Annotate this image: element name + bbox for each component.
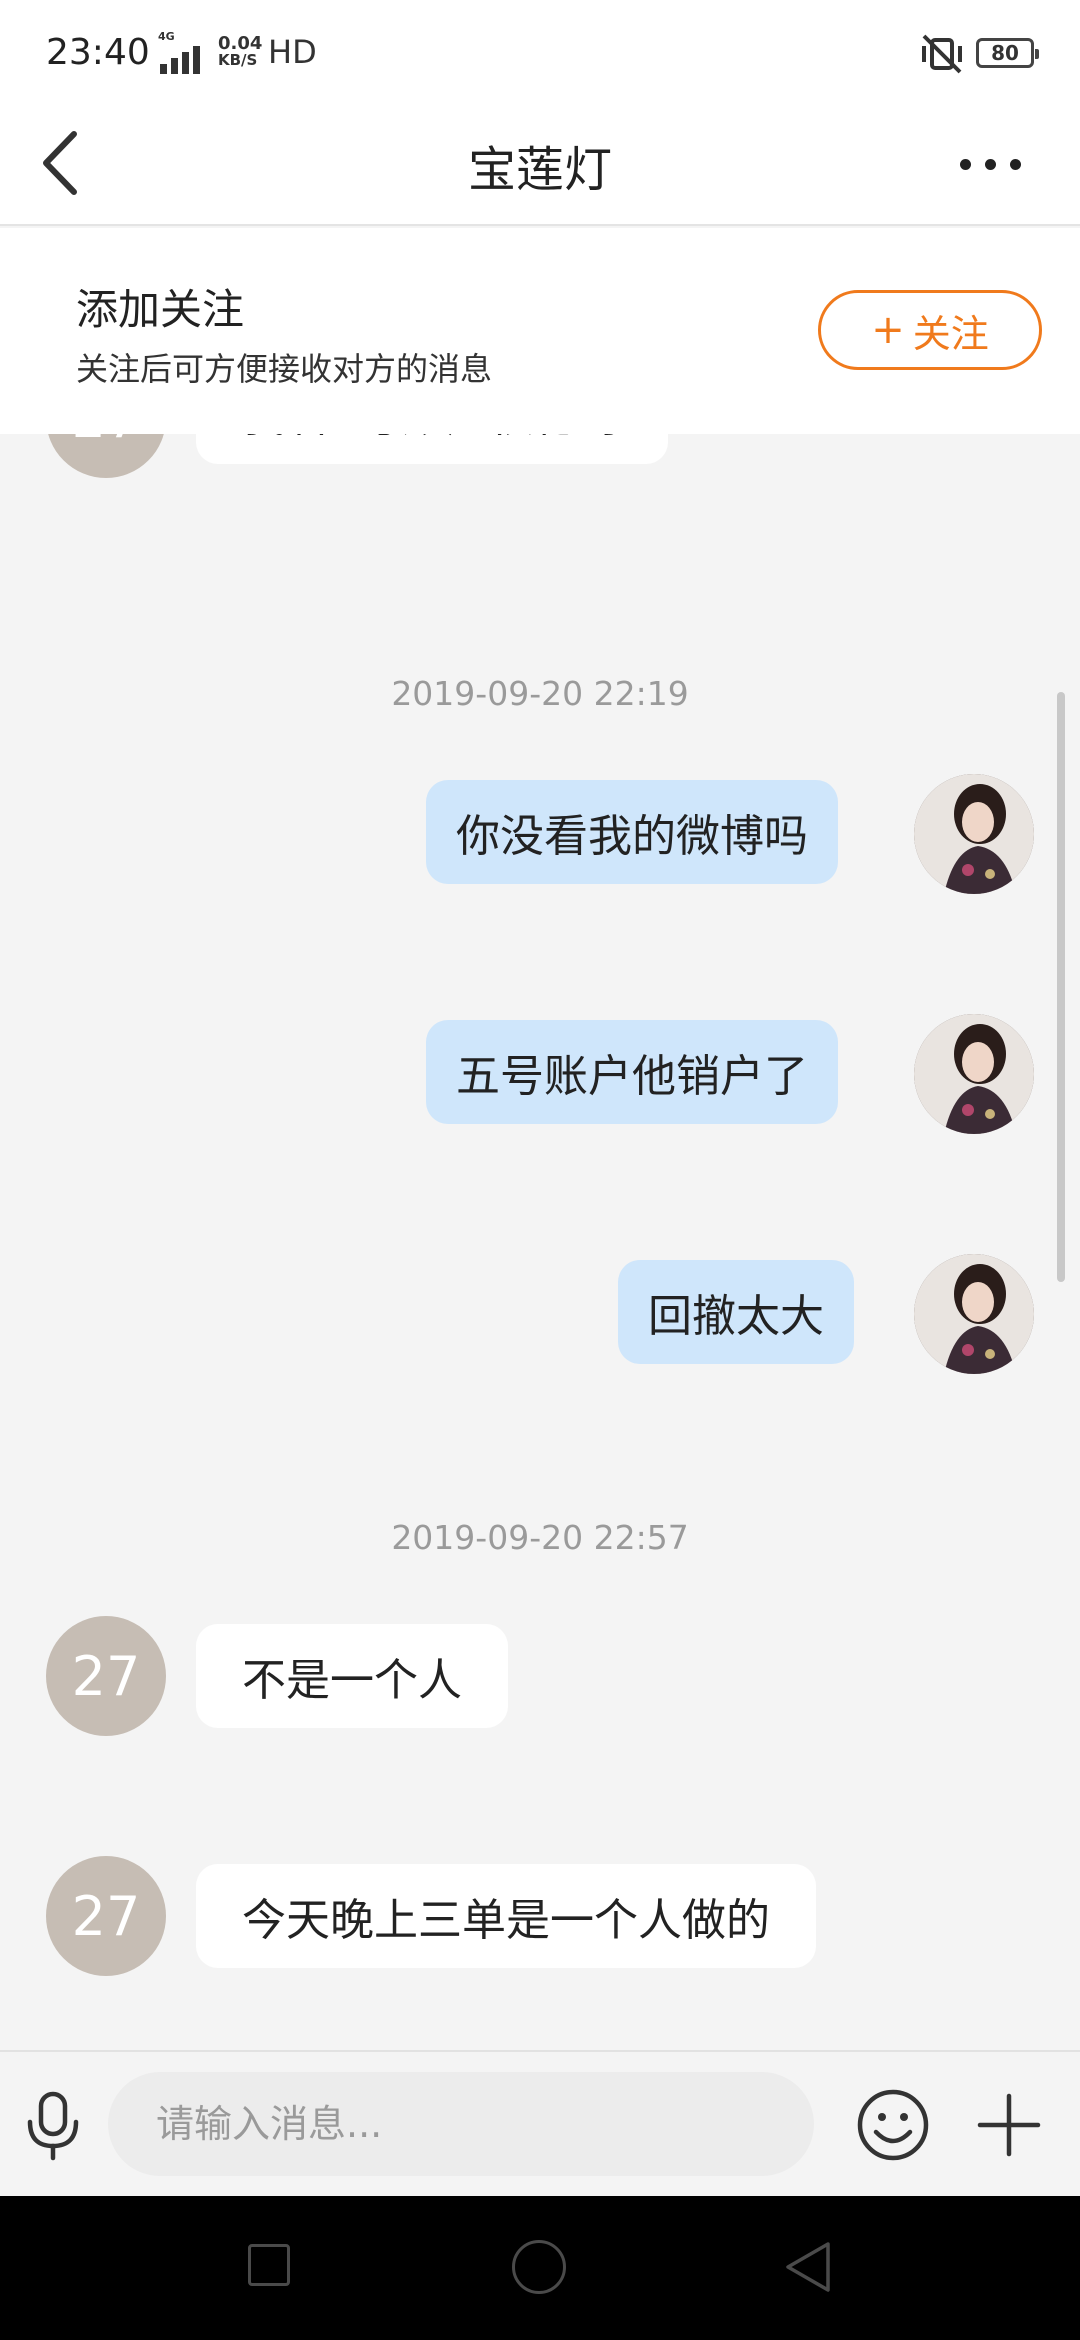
input-bar	[0, 2050, 1080, 2194]
nav-back-icon[interactable]	[784, 2240, 832, 2294]
more-dot	[984, 158, 996, 170]
more-dots-icon	[959, 158, 971, 170]
message-bubble-outgoing[interactable]: 五号账户他销户了	[426, 1020, 838, 1124]
follow-title: 添加关注	[76, 285, 245, 334]
status-time: 23:40	[46, 32, 150, 73]
hd-indicator: HD	[268, 33, 317, 71]
network-type: 4G	[158, 30, 175, 43]
speed-value: 0.04	[218, 33, 263, 54]
microphone-icon	[27, 2091, 79, 2161]
page-title: 宝莲灯	[467, 142, 612, 198]
message-bubble-incoming[interactable]: 今天晚上三单是一个人做的	[196, 1864, 816, 1968]
more-actions-button[interactable]	[972, 2088, 1046, 2162]
user-avatar[interactable]	[914, 1254, 1034, 1374]
user-photo-icon	[914, 1254, 1034, 1374]
user-avatar[interactable]	[914, 1014, 1034, 1134]
contact-avatar[interactable]: 27	[46, 434, 166, 478]
plus-icon: +	[871, 307, 905, 353]
more-button[interactable]	[940, 124, 1040, 204]
message-input[interactable]	[108, 2072, 814, 2176]
chat-header: 宝莲灯	[0, 100, 1080, 226]
message-bubble-outgoing[interactable]: 你没看我的微博吗	[426, 780, 838, 884]
smiley-icon	[857, 2089, 929, 2161]
user-avatar[interactable]	[914, 774, 1034, 894]
recent-apps-button[interactable]	[248, 2244, 290, 2286]
signal-icon: 4G	[150, 30, 200, 74]
emoji-button[interactable]	[856, 2088, 930, 2162]
user-photo-icon	[914, 774, 1034, 894]
battery-indicator: 80	[976, 38, 1039, 68]
follow-banner: 添加关注 关注后可方便接收对方的消息 + 关注	[0, 228, 1080, 434]
vibrate-off-icon	[922, 34, 962, 74]
message-bubble-outgoing[interactable]: 回撤太大	[618, 1260, 854, 1364]
follow-button[interactable]: + 关注	[818, 290, 1042, 370]
more-dot	[1009, 158, 1021, 170]
chat-screen: 23:40 4G 0.04 KB/S HD 80 宝莲灯 添加关注 关注后可方便…	[0, 0, 1080, 2340]
message-bubble-incoming[interactable]: 我看3号账户很稳呀	[196, 434, 668, 464]
network-speed: 0.04 KB/S	[218, 33, 263, 69]
contact-avatar[interactable]: 27	[46, 1616, 166, 1736]
message-bubble-incoming[interactable]: 不是一个人	[196, 1624, 508, 1728]
message-timestamp: 2019-09-20 22:57	[391, 1518, 689, 1557]
message-timestamp: 2019-09-20 22:19	[391, 674, 689, 713]
speed-unit: KB/S	[218, 51, 258, 69]
system-nav-bar	[0, 2196, 1080, 2340]
contact-avatar[interactable]: 27	[46, 1856, 166, 1976]
user-photo-icon	[914, 1014, 1034, 1134]
message-list[interactable]: 27 我看3号账户很稳呀 2019-09-20 22:19 你没看我的微博吗 五…	[0, 434, 1080, 2050]
follow-button-label: 关注	[912, 311, 989, 356]
status-bar: 23:40 4G 0.04 KB/S HD 80	[0, 0, 1080, 100]
follow-description: 关注后可方便接收对方的消息	[76, 350, 493, 388]
plus-icon	[977, 2093, 1041, 2157]
voice-button[interactable]	[22, 2090, 84, 2162]
home-button[interactable]	[512, 2240, 566, 2294]
scrollbar[interactable]	[1057, 692, 1065, 1282]
